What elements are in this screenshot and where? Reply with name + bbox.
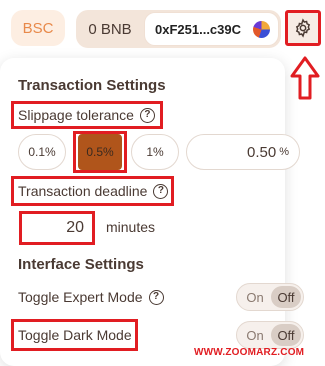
expert-mode-toggle[interactable]: On Off [236, 283, 304, 311]
slippage-label-row: Slippage tolerance ? [18, 107, 155, 123]
slippage-option-1[interactable]: 1% [131, 134, 179, 170]
up-arrow-icon [290, 56, 320, 100]
transaction-settings-title: Transaction Settings [18, 77, 166, 94]
help-circle-icon[interactable]: ? [148, 289, 164, 305]
slippage-percent-sign: % [279, 146, 289, 158]
expert-mode-row: Toggle Expert Mode ? [18, 289, 164, 305]
settings-button[interactable] [285, 10, 321, 46]
help-circle-icon[interactable]: ? [139, 107, 155, 123]
deadline-unit-label: minutes [106, 219, 156, 235]
watermark: WWW.ZOOMARZ.COM [194, 347, 305, 358]
slippage-label: Slippage tolerance [18, 107, 134, 123]
toggle-off-option[interactable]: Off [271, 286, 301, 308]
toggle-off-option[interactable]: Off [271, 324, 301, 346]
help-circle-icon[interactable]: ? [153, 183, 169, 199]
deadline-input[interactable]: 20 [22, 214, 92, 242]
toggle-on-option[interactable]: On [240, 324, 270, 346]
gear-icon [295, 18, 311, 38]
settings-panel-content: Transaction Settings Slippage tolerance … [0, 0, 304, 351]
dark-mode-row: Toggle Dark Mode [18, 327, 132, 343]
slippage-option-0-5[interactable]: 0.5% [78, 134, 122, 170]
expert-mode-label: Toggle Expert Mode [18, 289, 143, 305]
deadline-label-row: Transaction deadline ? [18, 183, 169, 199]
slippage-custom-value: 0.50 [247, 143, 277, 161]
dark-mode-toggle[interactable]: On Off [236, 321, 304, 349]
dark-mode-label: Toggle Dark Mode [18, 327, 132, 343]
slippage-option-0-1[interactable]: 0.1% [18, 134, 66, 170]
deadline-label: Transaction deadline [18, 183, 148, 199]
interface-settings-title: Interface Settings [18, 256, 144, 273]
toggle-on-option[interactable]: On [240, 286, 270, 308]
slippage-custom-input[interactable]: 0.50 % [186, 134, 300, 170]
